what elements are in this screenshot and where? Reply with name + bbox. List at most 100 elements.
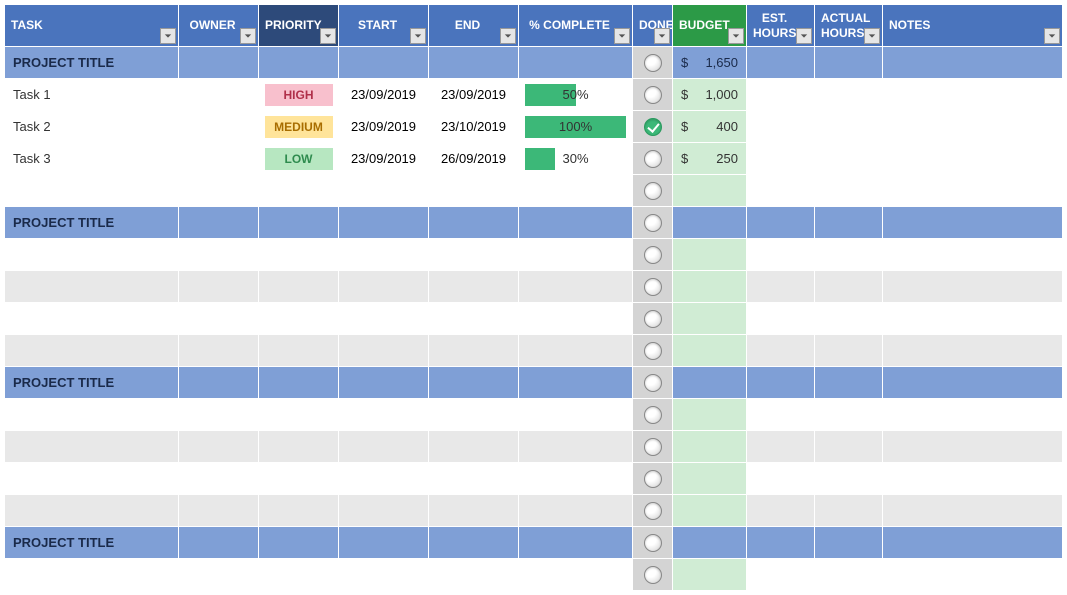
notes-cell[interactable] [883, 399, 1063, 431]
act-cell[interactable] [815, 431, 883, 463]
end-cell[interactable]: 23/09/2019 [429, 79, 519, 111]
act-cell[interactable] [815, 111, 883, 143]
end-cell[interactable] [429, 239, 519, 271]
owner-cell[interactable] [179, 495, 259, 527]
done-radio-icon[interactable] [644, 406, 662, 424]
act-cell[interactable] [815, 495, 883, 527]
notes-cell[interactable] [883, 271, 1063, 303]
start-cell[interactable] [339, 431, 429, 463]
owner-cell[interactable] [179, 239, 259, 271]
budget-cell[interactable]: $250 [673, 151, 746, 166]
priority-cell[interactable] [259, 303, 339, 335]
done-radio-icon[interactable] [644, 150, 662, 168]
start-cell[interactable] [339, 559, 429, 591]
col-header-pct[interactable]: % COMPLETE [519, 5, 633, 47]
start-cell[interactable] [339, 175, 429, 207]
budget-cell[interactable]: $400 [673, 119, 746, 134]
owner-cell[interactable] [179, 175, 259, 207]
start-cell[interactable]: 23/09/2019 [339, 111, 429, 143]
col-header-budget[interactable]: BUDGET [673, 5, 747, 47]
done-radio-icon[interactable] [644, 54, 662, 72]
pct-cell[interactable] [519, 239, 633, 271]
priority-cell[interactable] [259, 271, 339, 303]
notes-cell[interactable] [883, 559, 1063, 591]
end-cell[interactable] [429, 399, 519, 431]
est-cell[interactable] [747, 239, 815, 271]
notes-cell[interactable] [883, 79, 1063, 111]
end-cell[interactable] [429, 559, 519, 591]
priority-cell[interactable] [259, 335, 339, 367]
priority-cell[interactable] [259, 239, 339, 271]
est-cell[interactable] [747, 271, 815, 303]
done-radio-icon[interactable] [644, 534, 662, 552]
task-name[interactable]: Task 1 [5, 87, 178, 102]
priority-cell[interactable] [259, 175, 339, 207]
task-name[interactable] [5, 495, 179, 527]
act-cell[interactable] [815, 559, 883, 591]
owner-cell[interactable] [179, 111, 259, 143]
pct-cell[interactable] [519, 399, 633, 431]
act-cell[interactable] [815, 175, 883, 207]
budget-cell[interactable] [673, 335, 747, 367]
end-cell[interactable] [429, 175, 519, 207]
done-radio-icon[interactable] [644, 182, 662, 200]
filter-icon[interactable] [320, 28, 336, 44]
end-cell[interactable]: 26/09/2019 [429, 143, 519, 175]
owner-cell[interactable] [179, 303, 259, 335]
budget-cell[interactable] [673, 175, 747, 207]
done-radio-icon[interactable] [644, 278, 662, 296]
start-cell[interactable] [339, 495, 429, 527]
act-cell[interactable] [815, 303, 883, 335]
owner-cell[interactable] [179, 431, 259, 463]
end-cell[interactable] [429, 335, 519, 367]
task-name[interactable] [5, 175, 179, 207]
priority-cell[interactable] [259, 495, 339, 527]
pct-bar[interactable]: 30% [525, 148, 626, 170]
done-radio-icon[interactable] [644, 374, 662, 392]
owner-cell[interactable] [179, 399, 259, 431]
col-header-task[interactable]: TASK [5, 5, 179, 47]
col-header-owner[interactable]: OWNER [179, 5, 259, 47]
start-cell[interactable] [339, 335, 429, 367]
notes-cell[interactable] [883, 143, 1063, 175]
start-cell[interactable]: 23/09/2019 [339, 79, 429, 111]
pct-cell[interactable] [519, 559, 633, 591]
est-cell[interactable] [747, 175, 815, 207]
est-cell[interactable] [747, 495, 815, 527]
priority-cell[interactable] [259, 463, 339, 495]
owner-cell[interactable] [179, 79, 259, 111]
pct-cell[interactable] [519, 463, 633, 495]
pct-cell[interactable] [519, 303, 633, 335]
col-header-priority[interactable]: PRIORITY [259, 5, 339, 47]
pct-cell[interactable] [519, 335, 633, 367]
est-cell[interactable] [747, 399, 815, 431]
end-cell[interactable] [429, 495, 519, 527]
done-radio-icon[interactable] [644, 470, 662, 488]
priority-cell[interactable] [259, 559, 339, 591]
owner-cell[interactable] [179, 463, 259, 495]
budget-cell[interactable] [673, 271, 747, 303]
budget-cell[interactable] [673, 399, 747, 431]
notes-cell[interactable] [883, 431, 1063, 463]
start-cell[interactable]: 23/09/2019 [339, 143, 429, 175]
pct-cell[interactable] [519, 271, 633, 303]
start-cell[interactable] [339, 303, 429, 335]
done-radio-icon[interactable] [644, 310, 662, 328]
task-name[interactable] [5, 559, 179, 591]
notes-cell[interactable] [883, 463, 1063, 495]
budget-cell[interactable] [673, 431, 747, 463]
col-header-start[interactable]: START [339, 5, 429, 47]
budget-cell[interactable] [673, 239, 747, 271]
owner-cell[interactable] [179, 143, 259, 175]
start-cell[interactable] [339, 271, 429, 303]
pct-cell[interactable] [519, 431, 633, 463]
filter-icon[interactable] [240, 28, 256, 44]
act-cell[interactable] [815, 335, 883, 367]
col-header-est[interactable]: EST. HOURS [747, 5, 815, 47]
filter-icon[interactable] [500, 28, 516, 44]
budget-cell[interactable] [673, 303, 747, 335]
priority-cell[interactable] [259, 431, 339, 463]
pct-bar[interactable]: 100% [525, 116, 626, 138]
budget-cell[interactable] [673, 559, 747, 591]
act-cell[interactable] [815, 399, 883, 431]
